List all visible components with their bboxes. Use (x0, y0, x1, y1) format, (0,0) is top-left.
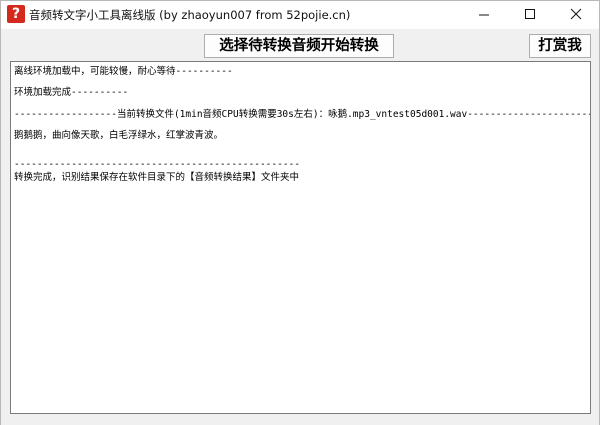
log-line-current-file: ------------------当前转换文件(1min音频CPU转换需要30… (14, 109, 591, 120)
app-icon: ? (7, 5, 25, 23)
title-bar[interactable]: ? 音频转文字小工具离线版 (by zhaoyun007 from 52poji… (1, 1, 599, 29)
window-title: 音频转文字小工具离线版 (by zhaoyun007 from 52pojie.… (29, 8, 351, 22)
log-line-complete: 转换完成，识别结果保存在软件目录下的【音频转换结果】文件夹中 (14, 172, 300, 183)
log-line-separator: ----------------------------------------… (14, 159, 300, 170)
maximize-icon (525, 9, 535, 19)
log-output-textarea[interactable]: 离线环境加载中，可能较慢，耐心等待---------- 环境加载完成------… (10, 61, 591, 414)
log-line-result-text: 鹅鹅鹅，曲向像天歌，白毛浮绿水，红掌波青波。 (14, 130, 224, 141)
log-line-loading: 离线环境加载中，可能较慢，耐心等待---------- (14, 66, 233, 77)
maximize-button[interactable] (507, 1, 553, 29)
minimize-button[interactable] (461, 1, 507, 29)
status-strip (1, 415, 599, 425)
close-icon (570, 8, 582, 20)
select-audio-convert-button[interactable]: 选择待转换音频开始转换 (204, 34, 394, 58)
log-line-loaded: 环境加载完成---------- (14, 87, 129, 98)
minimize-icon (479, 14, 489, 16)
app-window: ? 音频转文字小工具离线版 (by zhaoyun007 from 52poji… (0, 0, 600, 425)
tip-button[interactable]: 打赏我 (529, 34, 591, 58)
close-button[interactable] (553, 1, 599, 29)
